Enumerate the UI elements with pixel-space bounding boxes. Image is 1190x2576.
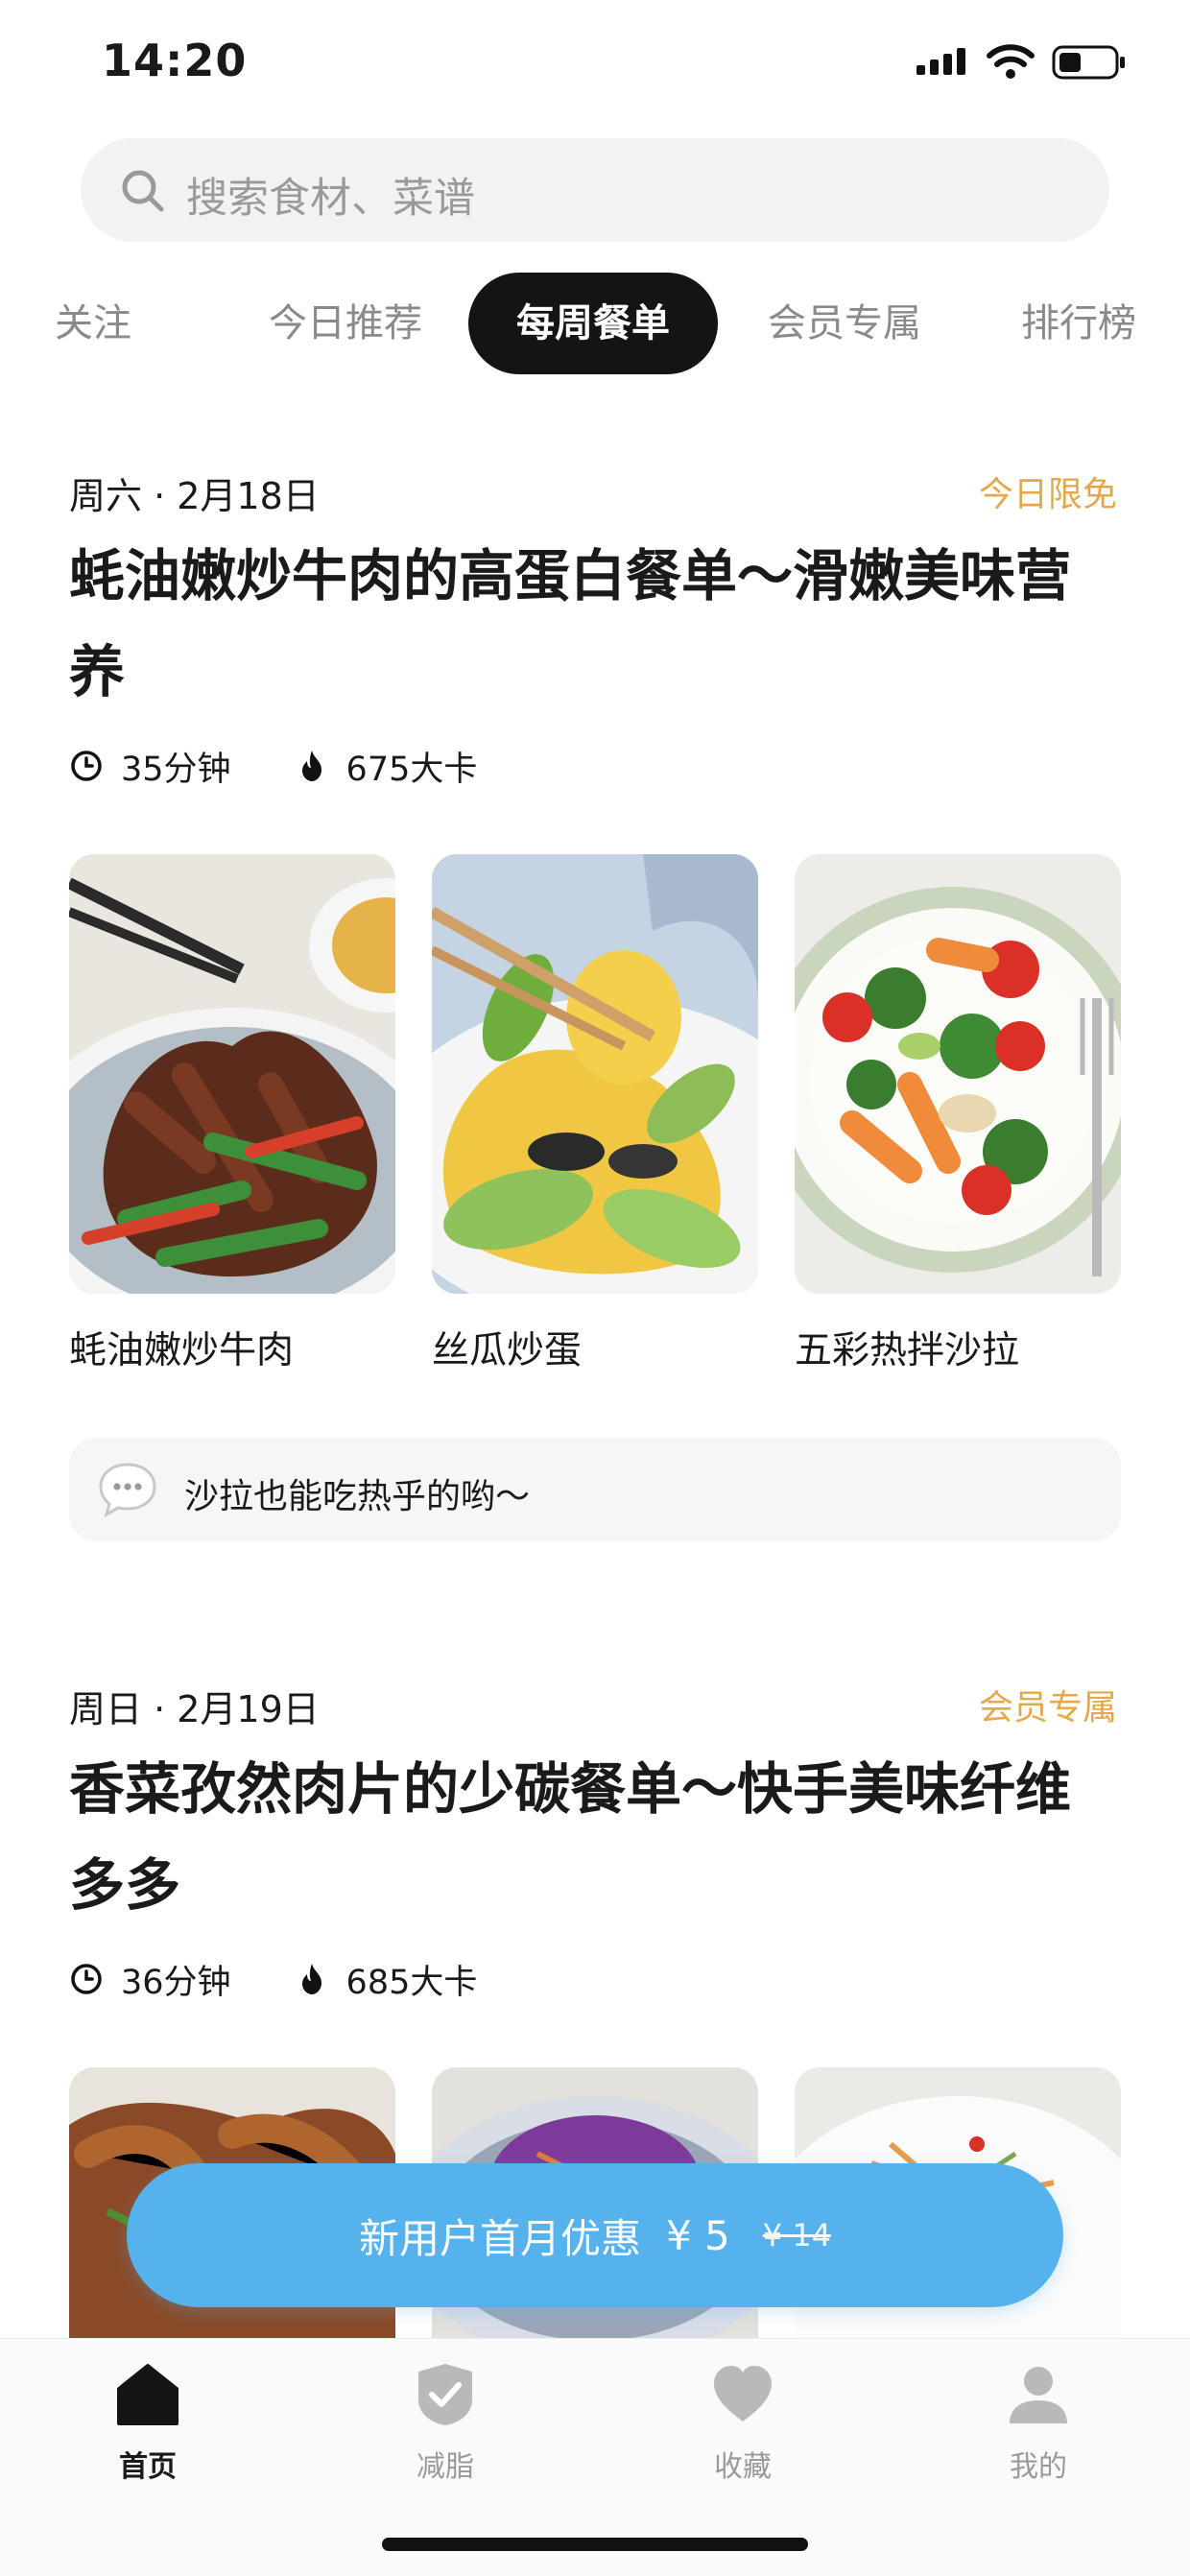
nav-favorites[interactable]: 收藏 xyxy=(666,2360,820,2485)
tip-text: 沙拉也能吃热乎的哟～ xyxy=(184,1477,531,1516)
nav-label: 减脂 xyxy=(416,2450,474,2484)
search-icon xyxy=(122,170,164,212)
user-icon xyxy=(1010,2367,1067,2423)
promo-text: 新用户首月优惠 xyxy=(358,2214,641,2262)
wifi-icon xyxy=(987,44,1035,79)
menu-date: 周六 · 2月18日 xyxy=(69,475,320,517)
dish-name[interactable]: 五彩热拌沙拉 xyxy=(795,1321,1019,1374)
calories: 675大卡 xyxy=(345,750,478,789)
dish-name[interactable]: 蚝油嫩炒牛肉 xyxy=(69,1321,294,1374)
tab-member-exclusive[interactable]: 会员专属 xyxy=(758,273,931,374)
status-time: 14:20 xyxy=(102,35,248,86)
nav-home[interactable]: 首页 xyxy=(71,2360,225,2485)
status-badge: 会员专属 xyxy=(978,1688,1117,1728)
tab-ranking[interactable]: 排行榜 xyxy=(1012,273,1146,374)
dish-image-salad[interactable] xyxy=(795,854,1121,1294)
nav-label: 收藏 xyxy=(714,2450,772,2484)
home-indicator[interactable] xyxy=(382,2538,808,2551)
category-tabs: 关注 今日推荐 每周餐单 会员专属 排行榜 xyxy=(0,273,1190,378)
clock-icon xyxy=(71,751,102,781)
flame-icon xyxy=(301,1964,321,1994)
dish-name[interactable]: 丝瓜炒蛋 xyxy=(432,1321,582,1374)
calories: 685大卡 xyxy=(345,1963,478,2002)
tab-follow[interactable]: 关注 xyxy=(50,273,136,374)
app-screen: 14:20 搜索食材、菜谱 关注 今日推荐 每周餐单 会员专属 排行榜 周六 ·… xyxy=(0,0,1190,2576)
cook-time: 36分钟 xyxy=(121,1963,231,2002)
clock-icon xyxy=(71,1964,102,1994)
nav-mine[interactable]: 我的 xyxy=(962,2360,1115,2485)
search-bar[interactable]: 搜索食材、菜谱 xyxy=(81,138,1109,242)
chat-bubble-icon xyxy=(99,1463,156,1518)
dish-image-beef[interactable] xyxy=(69,854,395,1294)
heart-icon xyxy=(714,2366,772,2421)
tab-today-recommend[interactable]: 今日推荐 xyxy=(259,273,432,374)
menu-meta: 35分钟 675大卡 xyxy=(69,745,477,789)
tab-weekly-menu[interactable]: 每周餐单 xyxy=(468,273,718,374)
home-icon xyxy=(117,2364,178,2425)
promo-price: ¥ 5 xyxy=(665,2211,730,2259)
dish-image-loofah-egg[interactable] xyxy=(432,854,758,1294)
menu-tip: 沙拉也能吃热乎的哟～ xyxy=(69,1438,1121,1541)
cook-time: 35分钟 xyxy=(121,750,231,789)
battery-icon xyxy=(1052,45,1125,80)
status-bar: 14:20 xyxy=(0,0,1190,125)
nav-label: 我的 xyxy=(1010,2450,1067,2484)
status-badge: 今日限免 xyxy=(978,475,1117,514)
promo-original-price: ¥ 14 xyxy=(762,2217,832,2254)
menu-date: 周日 · 2月19日 xyxy=(69,1688,320,1730)
nav-fat-loss[interactable]: 减脂 xyxy=(369,2360,522,2485)
flame-icon xyxy=(301,751,321,781)
promo-button[interactable]: 新用户首月优惠 ¥ 5 ¥ 14 xyxy=(127,2163,1063,2307)
menu-title[interactable]: 香菜孜然肉片的少碳餐单～快手美味纤维多多 xyxy=(69,1741,1125,1933)
search-input[interactable]: 搜索食材、菜谱 xyxy=(186,165,475,225)
cellular-signal-icon xyxy=(916,48,965,75)
menu-title[interactable]: 蚝油嫩炒牛肉的高蛋白餐单～滑嫩美味营养 xyxy=(69,528,1125,720)
menu-meta: 36分钟 685大卡 xyxy=(69,1958,477,2002)
shield-check-icon xyxy=(418,2364,472,2425)
nav-label: 首页 xyxy=(119,2450,177,2484)
